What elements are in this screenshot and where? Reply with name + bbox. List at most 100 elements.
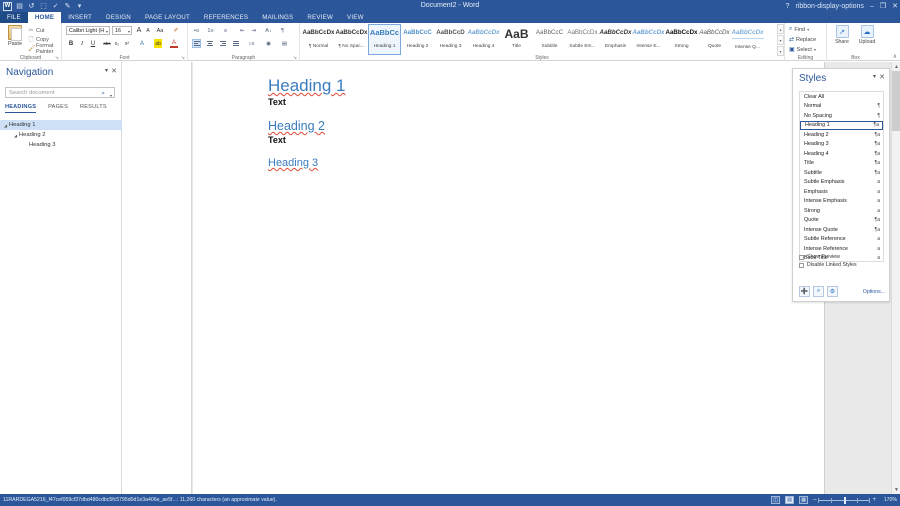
nav-tab-pages[interactable]: PAGES	[48, 104, 68, 113]
borders-button[interactable]: ▤	[280, 39, 289, 48]
upload-button[interactable]: ☁ Upload	[856, 25, 878, 45]
scroll-up-icon[interactable]: ▲	[892, 62, 900, 71]
format-painter-button[interactable]: 🖌 Format Painter	[28, 44, 61, 53]
styles-gallery[interactable]: AaBbCcDx ¶ Normal AaBbCcDx ¶ No Spac... …	[302, 24, 764, 55]
tab-page-layout[interactable]: PAGE LAYOUT	[138, 12, 197, 23]
nav-tree-item-heading-3[interactable]: Heading 3	[0, 140, 122, 150]
style-item-strong[interactable]: Strong a	[800, 206, 883, 216]
gallery-style-heading-2[interactable]: AaBbCcC Heading 2	[401, 24, 434, 55]
gallery-style-normal[interactable]: AaBbCcDx ¶ Normal	[302, 24, 335, 55]
line-spacing-button[interactable]: ↕≡	[247, 39, 256, 48]
justify-button[interactable]	[231, 39, 240, 48]
gallery-style-title[interactable]: AaB Title	[500, 24, 533, 55]
bold-button[interactable]: B	[67, 39, 75, 48]
clear-formatting-icon[interactable]: ✐	[172, 26, 180, 35]
quick-access-toolbar[interactable]: W ▤ ↺ ⬚ ✓ ✎ ▾	[0, 2, 84, 11]
show-preview-checkbox[interactable]: Show Preview	[799, 253, 857, 261]
gallery-style-heading-3[interactable]: AaBbCcD Heading 3	[434, 24, 467, 55]
manage-styles-icon[interactable]: ⚙	[827, 286, 838, 297]
gallery-style-no-spacing[interactable]: AaBbCcDx ¶ No Spac...	[335, 24, 368, 55]
ribbon-display-options-icon[interactable]: ribbon-display-options	[795, 3, 863, 10]
text-highlight-color-icon[interactable]: ab	[154, 39, 162, 48]
chevron-down-icon[interactable]: ▾	[106, 28, 108, 35]
gallery-style-intense-emphasis[interactable]: AaBbCcDx Intense E...	[632, 24, 665, 55]
text-effects-icon[interactable]: A	[138, 39, 146, 48]
expander-icon[interactable]: ◢	[2, 123, 9, 128]
zoom-in-button[interactable]: +	[872, 497, 876, 503]
font-name-input[interactable]: Calibri Light (H ▾	[66, 26, 110, 35]
style-item-heading-4[interactable]: Heading 4 ¶a	[800, 149, 883, 159]
new-document-icon[interactable]: ⬚	[39, 2, 48, 11]
print-layout-button[interactable]: ▤	[785, 496, 794, 504]
chevron-down-icon[interactable]: ▾	[814, 47, 816, 52]
underline-button[interactable]: U	[89, 39, 97, 48]
checkbox-icon[interactable]	[799, 255, 804, 260]
bullets-button[interactable]: •≡	[192, 26, 201, 35]
zoom-slider-track[interactable]	[818, 500, 870, 501]
minimize-button[interactable]: –	[870, 3, 874, 10]
increase-indent-button[interactable]: ⇥	[249, 26, 258, 35]
save-icon[interactable]: ▤	[15, 2, 24, 11]
select-button[interactable]: ▣ Select ▾	[789, 46, 816, 53]
gallery-style-emphasis[interactable]: AaBbCcDx Emphasis	[599, 24, 632, 55]
style-item-no-spacing[interactable]: No Spacing ¶	[800, 111, 883, 121]
align-center-button[interactable]	[205, 39, 214, 48]
styles-pane-close-icon[interactable]: ✕	[879, 73, 885, 81]
style-item-title[interactable]: Title ¶a	[800, 159, 883, 169]
edit-icon[interactable]: ✎	[63, 2, 72, 11]
change-case-button[interactable]: Aa	[156, 26, 164, 35]
read-mode-button[interactable]: ◫	[771, 496, 780, 504]
spelling-check-icon[interactable]: ✓	[51, 2, 60, 11]
document-heading-3[interactable]: Heading 3	[268, 156, 346, 170]
gallery-style-subtle-emphasis[interactable]: AaBbCcDx Subtle Em...	[566, 24, 599, 55]
styles-options-link[interactable]: Options...	[863, 289, 885, 295]
tab-references[interactable]: REFERENCES	[197, 12, 255, 23]
nav-tree-item-heading-2[interactable]: ◢ Heading 2	[0, 130, 122, 140]
style-item-emphasis[interactable]: Emphasis a	[800, 187, 883, 197]
style-inspector-icon[interactable]: ⌕	[813, 286, 824, 297]
replace-button[interactable]: ⇄ Replace	[789, 36, 816, 43]
styles-gallery-scroll[interactable]: ▴ ▾ ▾	[777, 24, 784, 56]
style-item-normal[interactable]: Normal ¶	[800, 102, 883, 112]
scrollbar-thumb[interactable]	[892, 71, 900, 131]
web-layout-button[interactable]: ▦	[799, 496, 808, 504]
gallery-scroll-down-icon[interactable]: ▾	[777, 35, 784, 45]
document-heading-1[interactable]: Heading 1	[268, 76, 346, 96]
nav-tab-headings[interactable]: HEADINGS	[5, 104, 36, 113]
grow-font-button[interactable]: A	[135, 26, 143, 35]
font-dialog-launcher[interactable]: ↘	[181, 55, 185, 61]
restore-button[interactable]: ❐	[880, 2, 886, 10]
shading-button[interactable]: ◉	[264, 39, 273, 48]
style-item-subtitle[interactable]: Subtitle ¶a	[800, 168, 883, 178]
expander-icon[interactable]: ◢	[12, 133, 19, 138]
sort-button[interactable]: A↓	[264, 26, 273, 35]
style-item-clear-all[interactable]: Clear All	[800, 92, 883, 102]
share-button[interactable]: ↗ Share	[831, 25, 853, 45]
customize-qat-icon[interactable]: ▾	[75, 2, 84, 11]
collapse-ribbon-icon[interactable]: ∧	[893, 53, 897, 60]
search-document-input[interactable]: Search document ⌕ ▾	[5, 87, 115, 98]
style-item-quote[interactable]: Quote ¶a	[800, 216, 883, 226]
font-color-icon[interactable]: A	[170, 39, 178, 48]
gallery-style-subtitle[interactable]: AaBbCcC Subtitle	[533, 24, 566, 55]
document-vertical-scrollbar[interactable]: ▲ ▼	[891, 62, 900, 494]
tab-view[interactable]: VIEW	[340, 12, 371, 23]
undo-icon[interactable]: ↺	[27, 2, 36, 11]
paragraph-dialog-launcher[interactable]: ↘	[293, 55, 297, 61]
italic-button[interactable]: I	[78, 39, 86, 48]
subscript-button[interactable]: x₂	[113, 39, 121, 48]
gallery-scroll-up-icon[interactable]: ▴	[777, 24, 784, 34]
zoom-out-button[interactable]: –	[813, 497, 816, 503]
style-item-intense-emphasis[interactable]: Intense Emphasis a	[800, 197, 883, 207]
nav-tree-item-heading-1[interactable]: ◢ Heading 1	[0, 120, 122, 130]
chevron-down-icon[interactable]: ▾	[807, 27, 809, 32]
tab-insert[interactable]: INSERT	[61, 12, 99, 23]
multilevel-list-button[interactable]: ≡	[221, 26, 230, 35]
style-item-subtle-reference[interactable]: Subtle Reference a	[800, 235, 883, 245]
styles-pane-menu-icon[interactable]: ▾	[873, 73, 876, 80]
styles-list[interactable]: Clear All Normal ¶ No Spacing ¶ Heading …	[799, 91, 884, 262]
chevron-down-icon[interactable]: ▾	[128, 28, 130, 36]
font-size-input[interactable]: 16 ▾	[112, 26, 132, 35]
tab-home[interactable]: HOME	[28, 12, 61, 23]
style-item-heading-1[interactable]: Heading 1 ¶a	[800, 121, 883, 131]
